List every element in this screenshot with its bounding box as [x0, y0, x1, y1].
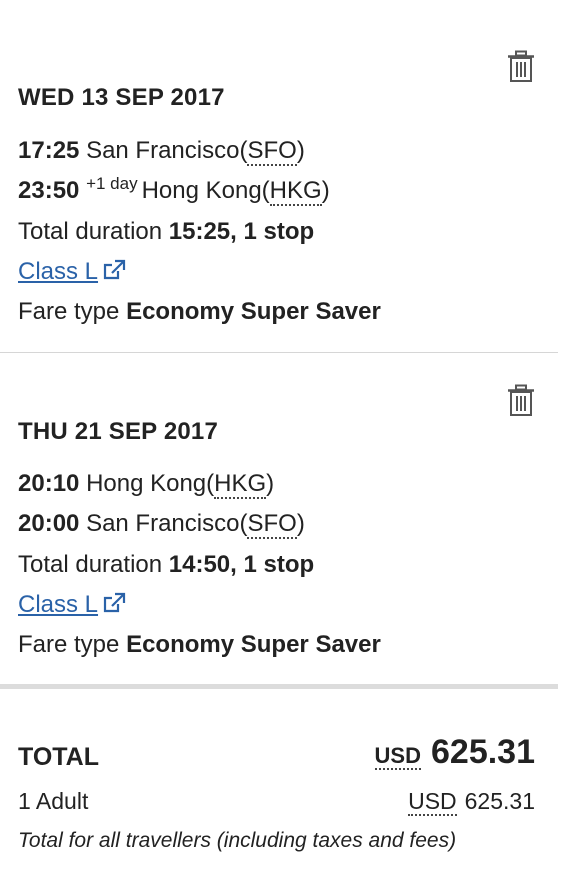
- total-price: USD 625.31: [374, 733, 535, 772]
- duration-row: Total duration 14:50, 1 stop: [18, 550, 314, 580]
- duration-value: 15:25, 1 stop: [168, 218, 315, 245]
- fare-value: Economy Super Saver: [126, 298, 381, 325]
- fare-value: Economy Super Saver: [126, 631, 381, 658]
- fare-label: Fare type: [18, 631, 120, 658]
- passenger-count: 1 Adult: [18, 788, 89, 814]
- fare-row: Fare type Economy Super Saver: [18, 630, 381, 660]
- arrival-row: 23:50 +1 day Hong Kong(HKG): [18, 174, 330, 206]
- arrival-row: 20:00 San Francisco(SFO): [18, 510, 305, 539]
- total-label: TOTAL: [18, 743, 100, 771]
- total-amount: 625.31: [431, 733, 535, 771]
- price-summary: TOTAL USD 625.31 1 Adult USD 625.31 Total …: [0, 689, 558, 890]
- trash-icon: [508, 384, 534, 416]
- arrival-time: 20:00: [18, 510, 80, 537]
- departure-city: San Francisco: [86, 137, 240, 164]
- external-link-icon: [103, 592, 126, 613]
- flight-segment-return: THU 21 SEP 2017 20:10 Hong Kong(HKG) 20:…: [0, 353, 558, 685]
- departure-time: 17:25: [18, 137, 80, 164]
- arrival-city: San Francisco: [86, 510, 240, 537]
- class-link[interactable]: Class L: [18, 258, 126, 285]
- day-offset: +1 day: [86, 174, 138, 193]
- duration-label: Total duration: [18, 218, 163, 245]
- arrival-city: Hong Kong: [141, 177, 262, 204]
- departure-row: 17:25 San Francisco(SFO): [18, 137, 305, 166]
- class-row: Class L: [18, 590, 126, 620]
- passenger-amount: 625.31: [464, 788, 535, 814]
- trash-icon: [508, 50, 534, 82]
- external-link-icon: [103, 259, 126, 280]
- class-link-label: Class L: [18, 258, 99, 285]
- departure-row: 20:10 Hong Kong(HKG): [18, 470, 275, 499]
- fare-row: Fare type Economy Super Saver: [18, 297, 381, 327]
- duration-row: Total duration 15:25, 1 stop: [18, 217, 314, 247]
- total-note: Total for all travellers (including taxe…: [18, 829, 457, 852]
- departure-airport-code[interactable]: HKG: [214, 470, 267, 499]
- arrival-time: 23:50: [18, 177, 80, 204]
- delete-segment-button[interactable]: [507, 384, 535, 416]
- departure-airport-code[interactable]: SFO: [247, 137, 297, 166]
- class-link[interactable]: Class L: [18, 591, 126, 618]
- segment-date: WED 13 SEP 2017: [18, 84, 225, 111]
- passenger-currency[interactable]: USD: [408, 788, 457, 816]
- departure-time: 20:10: [18, 470, 80, 497]
- passenger-price: USD 625.31: [408, 788, 535, 816]
- delete-segment-button[interactable]: [507, 50, 535, 82]
- total-currency[interactable]: USD: [374, 743, 421, 770]
- departure-city: Hong Kong: [86, 470, 207, 497]
- class-row: Class L: [18, 257, 126, 287]
- duration-label: Total duration: [18, 551, 163, 578]
- duration-value: 14:50, 1 stop: [168, 551, 315, 578]
- fare-label: Fare type: [18, 298, 120, 325]
- segment-date: THU 21 SEP 2017: [18, 418, 219, 445]
- arrival-airport-code[interactable]: SFO: [247, 510, 297, 539]
- arrival-airport-code[interactable]: HKG: [269, 177, 322, 206]
- flight-segment-outbound: WED 13 SEP 2017 17:25 San Francisco(SFO)…: [0, 0, 558, 353]
- class-link-label: Class L: [18, 591, 99, 618]
